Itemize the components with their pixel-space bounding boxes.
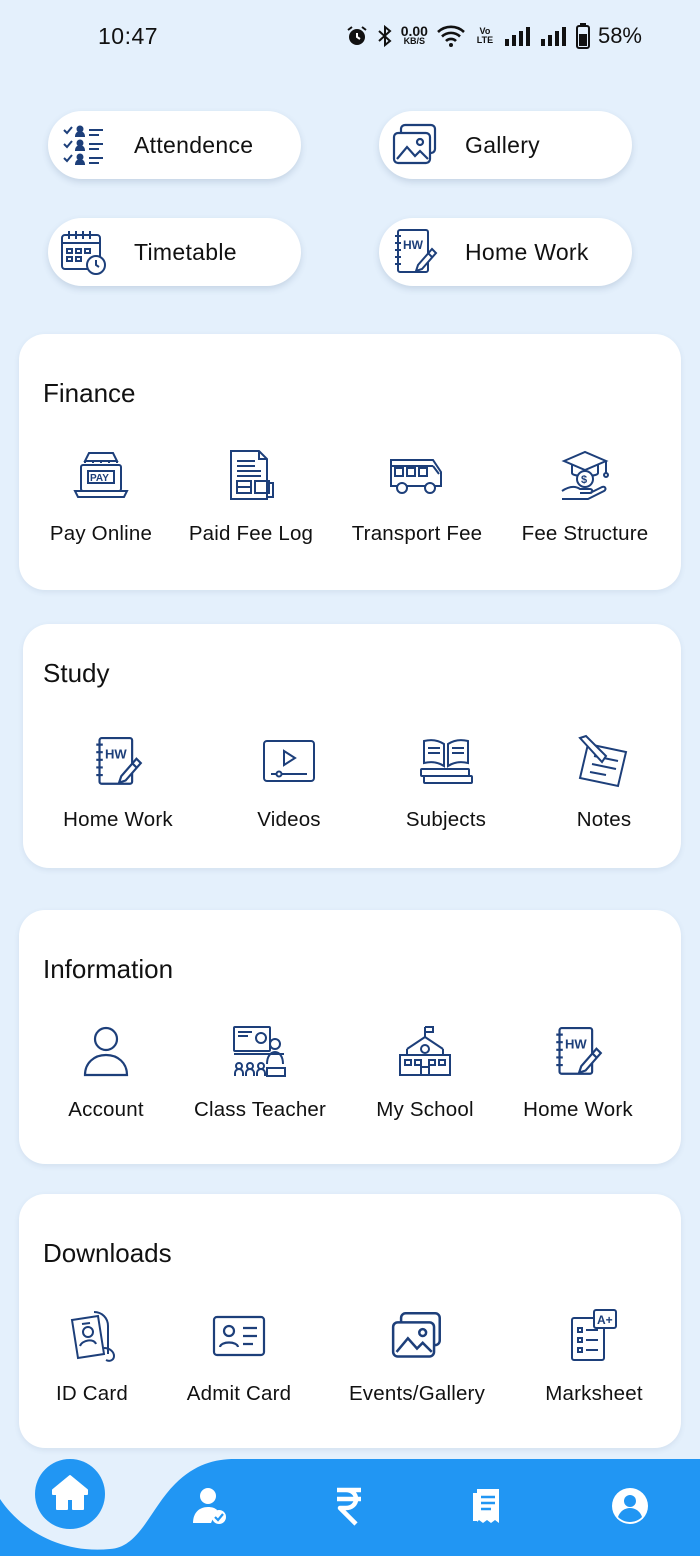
svg-text:A+: A+ <box>597 1313 613 1327</box>
marksheet-icon: A+ <box>562 1304 626 1368</box>
marksheet-label: Marksheet <box>545 1382 643 1405</box>
svg-text:$: $ <box>581 474 587 486</box>
admit-card-label: Admit Card <box>186 1382 292 1405</box>
id-badge-icon <box>60 1304 124 1368</box>
svg-text:PAY: PAY <box>90 473 109 484</box>
information-title: Information <box>43 954 174 984</box>
calendar-clock-icon <box>56 224 112 280</box>
account-item[interactable]: Account <box>21 1020 191 1122</box>
attendance-list-icon <box>56 117 112 173</box>
status-time: 10:47 <box>98 22 159 49</box>
rupee-icon <box>334 1486 364 1531</box>
status-icons: 0.00 KB/S Vo LTE 58% <box>345 23 642 49</box>
class-teacher-item[interactable]: Class Teacher <box>175 1020 345 1122</box>
marksheet-item[interactable]: A+ Marksheet <box>509 1304 679 1406</box>
class-teacher-icon <box>228 1020 292 1084</box>
gallery-button[interactable]: Gallery <box>379 111 632 179</box>
graduation-fee-icon: $ <box>553 444 617 508</box>
videos-label: Videos <box>257 808 321 831</box>
svg-text:HW: HW <box>565 1037 587 1052</box>
study-homework-label: Home Work <box>63 808 173 831</box>
signal-2-icon <box>540 25 568 47</box>
downloads-title: Downloads <box>43 1238 172 1268</box>
receipt-icon <box>471 1487 507 1530</box>
homework-label: Home Work <box>465 238 589 265</box>
info-homework-label: Home Work <box>523 1098 633 1121</box>
fee-structure-item[interactable]: $ Fee Structure <box>500 444 670 546</box>
downloads-card: Downloads ID Card Admit Card Events/Gall… <box>19 1194 681 1448</box>
gallery-label: Gallery <box>465 131 540 158</box>
timetable-button[interactable]: Timetable <box>48 218 301 286</box>
bus-icon <box>385 444 449 508</box>
books-icon <box>414 730 478 794</box>
finance-title: Finance <box>43 378 136 408</box>
admit-card-icon <box>207 1304 271 1368</box>
nav-profile-button[interactable] <box>608 1486 652 1530</box>
my-school-item[interactable]: My School <box>340 1020 510 1122</box>
id-card-label: ID Card <box>55 1382 129 1405</box>
home-icon <box>50 1473 90 1516</box>
video-player-icon <box>257 730 321 794</box>
school-building-icon <box>393 1020 457 1084</box>
pay-online-label: Pay Online <box>49 522 153 545</box>
events-gallery-label: Events/Gallery <box>348 1382 486 1405</box>
attendance-button[interactable]: Attendence <box>48 111 301 179</box>
gallery-icon <box>387 117 443 173</box>
receipt-log-icon <box>219 444 283 508</box>
gallery-icon <box>385 1304 449 1368</box>
student-verified-icon <box>193 1487 227 1530</box>
notes-pencil-icon <box>572 730 636 794</box>
alarm-icon <box>345 24 369 48</box>
pay-online-item[interactable]: PAY Pay Online <box>16 444 186 546</box>
battery-icon <box>575 23 590 49</box>
nav-home-button[interactable] <box>35 1459 105 1529</box>
net-speed: 0.00 KB/S <box>400 23 428 46</box>
svg-text:HW: HW <box>403 238 424 252</box>
homework-notebook-icon: HW <box>387 224 443 280</box>
id-card-item[interactable]: ID Card <box>7 1304 177 1406</box>
events-gallery-item[interactable]: Events/Gallery <box>332 1304 502 1406</box>
finance-card: Finance PAY Pay Online Paid Fee Log Tran… <box>19 334 681 590</box>
timetable-label: Timetable <box>134 238 237 265</box>
study-homework-item[interactable]: HW Home Work <box>33 730 203 832</box>
subjects-item[interactable]: Subjects <box>361 730 531 832</box>
study-card: Study HW Home Work Videos Subjects Notes <box>23 624 681 868</box>
homework-notebook-icon: HW <box>86 730 150 794</box>
notes-label: Notes <box>576 808 632 831</box>
nav-receipt-button[interactable] <box>467 1486 511 1530</box>
nav-student-button[interactable] <box>188 1486 232 1530</box>
transport-fee-item[interactable]: Transport Fee <box>332 444 502 546</box>
status-bar: 10:47 0.00 KB/S Vo LTE 58% <box>0 0 700 72</box>
homework-button[interactable]: HW Home Work <box>379 218 632 286</box>
signal-1-icon <box>504 25 532 47</box>
info-homework-item[interactable]: HW Home Work <box>493 1020 663 1122</box>
volte-label: Vo LTE <box>476 26 494 45</box>
fee-structure-label: Fee Structure <box>521 522 649 545</box>
account-user-icon <box>74 1020 138 1084</box>
wifi-icon <box>436 24 466 48</box>
class-teacher-label: Class Teacher <box>193 1098 327 1121</box>
information-card: Information Account Class Teacher My Sch… <box>19 910 681 1164</box>
notes-item[interactable]: Notes <box>519 730 689 832</box>
bluetooth-icon <box>377 24 393 48</box>
videos-item[interactable]: Videos <box>204 730 374 832</box>
pay-laptop-icon: PAY <box>69 444 133 508</box>
subjects-label: Subjects <box>405 808 487 831</box>
admit-card-item[interactable]: Admit Card <box>154 1304 324 1406</box>
attendance-label: Attendence <box>134 131 254 158</box>
paid-fee-log-label: Paid Fee Log <box>188 522 314 545</box>
homework-notebook-icon: HW <box>546 1020 610 1084</box>
transport-fee-label: Transport Fee <box>351 522 483 545</box>
battery-percent: 58% <box>597 23 642 48</box>
profile-icon <box>611 1487 649 1530</box>
svg-text:HW: HW <box>105 747 127 762</box>
nav-fees-button[interactable] <box>327 1486 371 1530</box>
my-school-label: My School <box>376 1098 474 1121</box>
paid-fee-log-item[interactable]: Paid Fee Log <box>166 444 336 546</box>
account-label: Account <box>68 1098 144 1121</box>
study-title: Study <box>43 658 110 688</box>
